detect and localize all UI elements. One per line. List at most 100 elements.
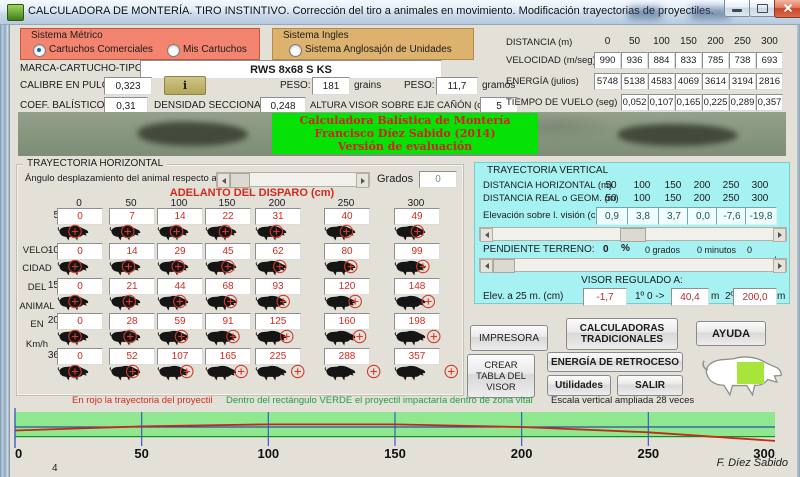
- ballistics-time-row-value: 0,107: [648, 94, 675, 111]
- boar-lead-icon: [390, 223, 470, 242]
- ballistics-label-velocity-row: VELOCIDAD (m/seg): [506, 55, 594, 66]
- weight-grains-field[interactable]: 181: [312, 77, 350, 95]
- ballistics-time-row-value: 0,052: [621, 94, 648, 111]
- metric-group-title: Sistema Métrico: [31, 30, 103, 41]
- crear-label-2: TABLA DEL: [476, 371, 526, 382]
- x-axis-tick-label: 200: [511, 446, 533, 461]
- angle-scrollbar[interactable]: [216, 172, 370, 187]
- ballistics-velocity-row-value: 990: [594, 52, 621, 69]
- boar-lead-icon: [251, 223, 331, 242]
- boar-lead-icon: [390, 258, 470, 277]
- zero1-field[interactable]: 40,4: [671, 288, 709, 306]
- salir-button[interactable]: SALIR: [617, 375, 683, 396]
- radio-cartuchos-comerciales[interactable]: [33, 44, 46, 57]
- speed-axis-label: Km/h: [19, 339, 55, 350]
- ballistics-label-energy-row: ENERGÍA (julios): [506, 76, 594, 87]
- metric-system-group: Sistema Métrico Cartuchos Comerciales Mi…: [20, 28, 260, 60]
- running-deer-photo: [618, 124, 738, 146]
- zero2-unit: m: [777, 291, 785, 302]
- caliber-field[interactable]: 0,323: [104, 77, 152, 95]
- elevation-value: 0,9: [596, 207, 628, 225]
- elev25-field[interactable]: -1,7: [583, 288, 627, 306]
- boar-lead-icon: [251, 328, 331, 347]
- elevation-value: 3,8: [627, 207, 659, 225]
- page-number: 4: [52, 463, 58, 474]
- boar-lead-icon: [390, 363, 470, 382]
- ballistics-label-distance-header: DISTANCIA (m): [506, 37, 594, 48]
- radio-mis-cartuchos-label: Mis Cartuchos: [183, 44, 247, 55]
- dist-horizontal-value: 50: [596, 180, 626, 191]
- grados-field[interactable]: 0: [419, 171, 457, 188]
- angle-label: Ángulo desplazamiento del animal respect…: [25, 173, 237, 184]
- sd-label: DENSIDAD SECCIONAL: [154, 100, 266, 111]
- zero2-field[interactable]: 200,0: [733, 288, 777, 306]
- scroll-left-arrow[interactable]: [217, 173, 230, 188]
- scroll-left-arrow[interactable]: [480, 259, 493, 273]
- calculadoras-button[interactable]: CALCULADORAS TRADICIONALES: [566, 318, 678, 350]
- vertical-trajectory-panel: TRAYECTORIA VERTICAL DISTANCIA HORIZONTA…: [474, 162, 790, 304]
- ballistics-distance-header-cell: 50: [621, 36, 648, 47]
- radio-sistema-anglosajon[interactable]: [289, 44, 302, 57]
- minimize-button[interactable]: [724, 0, 751, 17]
- angle-scrollbar-thumb[interactable]: [230, 173, 250, 188]
- ballistics-energy-row-value: 5748: [594, 73, 621, 90]
- ayuda-button[interactable]: AYUDA: [696, 321, 766, 346]
- info-button[interactable]: i: [164, 76, 206, 95]
- slope-value: 0: [603, 244, 609, 255]
- weight-grams-label: PESO:: [404, 80, 435, 91]
- dist-real-value: 200: [687, 193, 717, 204]
- energia-retroceso-button[interactable]: ENERGÍA DE RETROCESO: [547, 352, 683, 372]
- ballistics-energy-row-value: 5138: [621, 73, 648, 90]
- elevation-value: 0,0: [687, 207, 719, 225]
- app-icon: [7, 4, 24, 21]
- dist-horizontal-value: 150: [658, 180, 688, 191]
- ballistics-table: DISTANCIA (m)050100150200250300VELOCIDAD…: [506, 34, 786, 120]
- scroll-left-arrow[interactable]: [480, 228, 493, 242]
- ballistics-distance-header-cell: 250: [729, 36, 756, 47]
- close-icon: [775, 0, 800, 17]
- dist-real-value: 300: [745, 193, 775, 204]
- dist-horizontal-value: 200: [687, 180, 717, 191]
- crear-label-1: CREAR: [484, 360, 517, 371]
- vital-zone-boar-image: [700, 352, 786, 398]
- zero1-unit: m: [711, 291, 719, 302]
- visor-regulado-title: VISOR REGULADO A:: [475, 275, 789, 286]
- boar-lead-icon: [320, 293, 400, 312]
- banner-line1: Calculadora Balística de Montería: [300, 114, 511, 127]
- boar-lead-icon: [390, 328, 470, 347]
- app-banner: Calculadora Balística de Montería Franci…: [272, 113, 538, 154]
- close-button[interactable]: [774, 0, 800, 18]
- impresora-button[interactable]: IMPRESORA: [470, 325, 548, 351]
- dist-horizontal-label: DISTANCIA HORIZONTAL (m): [483, 180, 612, 191]
- weight-grams-field[interactable]: 11,7: [436, 77, 478, 95]
- scroll-right-arrow[interactable]: [356, 173, 369, 188]
- vertical-scrollbar-thumb[interactable]: [620, 228, 646, 242]
- horizontal-trajectory-group: TRAYECTORIA HORIZONTAL Ángulo desplazami…: [16, 164, 464, 396]
- vertical-scrollbar[interactable]: [479, 227, 787, 241]
- ballistics-distance-header-cell: 150: [675, 36, 702, 47]
- scroll-right-arrow[interactable]: [773, 228, 786, 242]
- title-bar: CALCULADORA DE MONTERÍA. TIRO INSTINTIVO…: [0, 0, 800, 25]
- salir-label: SALIR: [635, 380, 665, 391]
- boar-lead-icon: [251, 363, 331, 382]
- dist-real-value: 50: [596, 193, 626, 204]
- radio-mis-cartuchos[interactable]: [167, 44, 180, 57]
- slope-scrollbar-thumb[interactable]: [493, 259, 515, 273]
- ballistics-velocity-row-value: 785: [702, 52, 729, 69]
- utilidades-button[interactable]: Utilidades: [547, 375, 611, 396]
- maximize-button[interactable]: [749, 0, 776, 17]
- ballistics-distance-header-cell: 200: [702, 36, 729, 47]
- ballistics-distance-header-cell: 300: [756, 36, 783, 47]
- scroll-right-arrow[interactable]: [773, 259, 786, 273]
- x-axis-tick-label: 150: [384, 446, 406, 461]
- elev25-label: Elev. a 25 m. (cm): [483, 291, 563, 302]
- crear-tabla-visor-button[interactable]: CREAR TABLA DEL VISOR: [467, 354, 535, 398]
- background-blob: [628, 7, 662, 19]
- elevation-value: 3,7: [658, 207, 690, 225]
- x-axis-tick-label: 0: [15, 446, 22, 461]
- slope-scrollbar[interactable]: [479, 258, 787, 272]
- radio-sistema-anglosajon-label: Sistema Anglosajón de Unidades: [305, 44, 452, 55]
- speed-axis-label: ANIMAL: [19, 301, 55, 312]
- slope-degrees: 0 grados: [645, 245, 680, 255]
- vital-zone-rect: [737, 362, 764, 384]
